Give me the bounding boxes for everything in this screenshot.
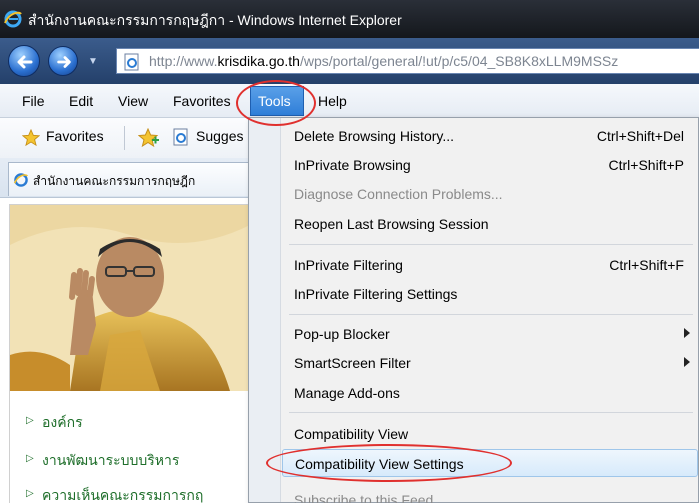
window-title: สำนักงานคณะกรรมการกฤษฎีกา - Windows Inte… xyxy=(28,12,402,28)
menu-item-reopen-last-session[interactable]: Reopen Last Browsing Session xyxy=(282,210,698,238)
nav-link-organization[interactable]: องค์กร xyxy=(42,412,83,434)
menu-view[interactable]: View xyxy=(118,93,148,109)
nav-link-committee-opinions[interactable]: ความเห็นคณะกรรมการกฤ xyxy=(42,485,203,503)
ie-logo-icon xyxy=(4,10,22,28)
back-arrow-icon xyxy=(17,55,33,69)
nav-link-admin-development[interactable]: งานพัฒนาระบบบริหาร xyxy=(42,450,179,472)
menu-item-subscribe-feed[interactable]: Subscribe to this Feed... xyxy=(282,486,698,503)
menu-item-delete-browsing-history[interactable]: Delete Browsing History... Ctrl+Shift+De… xyxy=(282,122,698,150)
suggested-sites-icon xyxy=(173,128,188,146)
address-url: http://www.krisdika.go.th/wps/portal/gen… xyxy=(149,53,619,69)
menu-help[interactable]: Help xyxy=(318,93,347,109)
bullet-icon: ▷ xyxy=(26,415,34,426)
navigation-bar: ▼ http://www.krisdika.go.th/wps/portal/g… xyxy=(0,38,699,84)
browser-tab[interactable]: สำนักงานคณะกรรมการกฤษฎีก xyxy=(8,162,254,196)
page-icon xyxy=(124,53,139,71)
menu-item-inprivate-browsing[interactable]: InPrivate Browsing Ctrl+Shift+P xyxy=(282,151,698,179)
separator xyxy=(124,126,125,150)
menu-item-manage-addons[interactable]: Manage Add-ons xyxy=(282,379,698,407)
menu-item-compatibility-view[interactable]: Compatibility View xyxy=(282,420,698,448)
address-bar[interactable]: http://www.krisdika.go.th/wps/portal/gen… xyxy=(116,48,699,74)
bullet-icon: ▷ xyxy=(26,453,34,464)
submenu-arrow-icon xyxy=(684,328,690,338)
favorites-star-icon xyxy=(22,129,40,147)
forward-button[interactable] xyxy=(48,46,78,76)
menu-edit[interactable]: Edit xyxy=(69,93,93,109)
bullet-icon: ▷ xyxy=(26,488,34,499)
menu-file[interactable]: File xyxy=(22,93,45,109)
menu-item-diagnose-connection[interactable]: Diagnose Connection Problems... xyxy=(282,180,698,208)
menu-item-popup-blocker[interactable]: Pop-up Blocker xyxy=(282,320,698,348)
menu-item-inprivate-filtering-settings[interactable]: InPrivate Filtering Settings xyxy=(282,280,698,308)
menu-item-smartscreen-filter[interactable]: SmartScreen Filter xyxy=(282,349,698,377)
menu-separator xyxy=(289,412,693,413)
ie-page-icon xyxy=(13,173,29,187)
menu-item-inprivate-filtering[interactable]: InPrivate Filtering Ctrl+Shift+F xyxy=(282,251,698,279)
title-bar: สำนักงานคณะกรรมการกฤษฎีกา - Windows Inte… xyxy=(0,0,699,38)
portrait-banner xyxy=(10,205,250,391)
add-favorite-icon[interactable] xyxy=(138,128,160,148)
submenu-arrow-icon xyxy=(684,357,690,367)
suggested-sites-button[interactable]: Sugges xyxy=(196,128,243,144)
menu-separator xyxy=(289,244,693,245)
menu-bar: File Edit View Favorites Help xyxy=(0,84,699,118)
menu-tools[interactable]: Tools xyxy=(250,86,304,116)
forward-arrow-icon xyxy=(57,56,71,68)
favorites-button[interactable]: Favorites xyxy=(46,128,104,144)
history-dropdown-icon[interactable]: ▼ xyxy=(88,56,98,67)
menu-separator xyxy=(289,314,693,315)
portrait-image xyxy=(10,205,250,391)
tab-title: สำนักงานคณะกรรมการกฤษฎีก xyxy=(33,174,196,188)
back-button[interactable] xyxy=(8,45,40,77)
menu-gutter xyxy=(249,118,281,502)
menu-item-compatibility-view-settings[interactable]: Compatibility View Settings xyxy=(282,449,698,477)
tools-menu: Delete Browsing History... Ctrl+Shift+De… xyxy=(248,117,699,503)
left-panel: ▷ องค์กร ▷ งานพัฒนาระบบบริหาร ▷ ความเห็น… xyxy=(9,204,250,503)
menu-favorites[interactable]: Favorites xyxy=(173,93,231,109)
